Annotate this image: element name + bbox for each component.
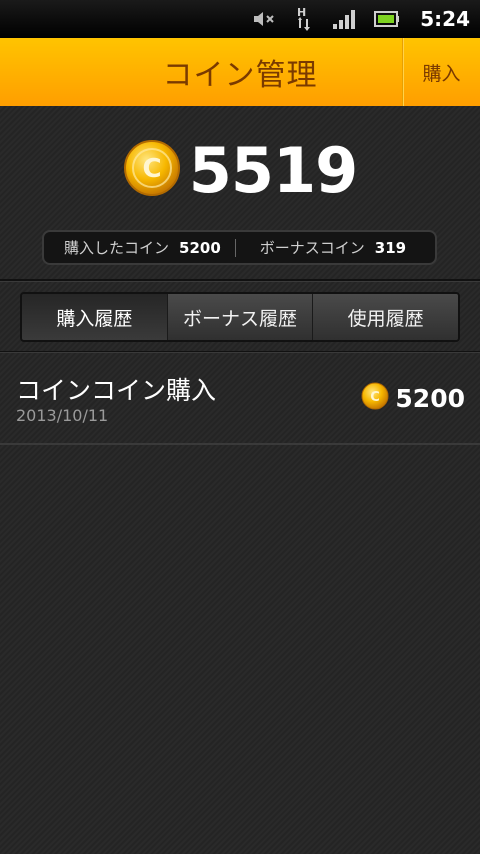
- list-item[interactable]: コインコイン購入 2013/10/11 C 5200: [0, 355, 480, 445]
- signal-icon: [332, 8, 356, 30]
- svg-text:C: C: [371, 390, 381, 405]
- battery-icon: [374, 10, 400, 28]
- header-bar: コイン管理 購入: [0, 38, 480, 106]
- item-date: 2013/10/11: [16, 406, 109, 425]
- item-title: コインコイン購入: [16, 376, 217, 405]
- purchased-coins-value: 5200: [179, 238, 221, 257]
- coin-icon: C: [361, 382, 389, 414]
- coin-summary: 購入したコイン 5200 ボーナスコイン 319: [42, 230, 437, 265]
- tab-purchase-history[interactable]: 購入履歴: [22, 294, 167, 340]
- balance-amount: 5519: [188, 133, 359, 207]
- status-time: 5:24: [420, 7, 470, 31]
- status-bar: H 5:24: [0, 0, 480, 38]
- mute-icon: [252, 9, 276, 29]
- section-divider: [0, 351, 480, 353]
- summary-divider: [234, 238, 236, 257]
- purchased-coins-label: 購入したコイン: [64, 239, 170, 257]
- page-title: コイン管理: [162, 58, 318, 93]
- item-amount-value: 5200: [395, 383, 465, 413]
- buy-button[interactable]: 購入: [402, 38, 480, 106]
- bonus-coins-value: 319: [374, 238, 407, 257]
- hspa-data-icon: H: [294, 6, 314, 32]
- coin-balance: C 5519: [0, 106, 480, 234]
- svg-text:H: H: [297, 6, 306, 19]
- item-amount: C 5200: [361, 382, 465, 414]
- history-tabs: 購入履歴 ボーナス履歴 使用履歴: [20, 292, 460, 342]
- section-divider: [0, 279, 480, 282]
- tab-usage-history[interactable]: 使用履歴: [312, 294, 458, 340]
- bonus-coins-label: ボーナスコイン: [259, 239, 365, 257]
- coin-icon: C: [123, 139, 181, 201]
- svg-text:C: C: [142, 154, 161, 184]
- tab-bonus-history[interactable]: ボーナス履歴: [166, 294, 313, 340]
